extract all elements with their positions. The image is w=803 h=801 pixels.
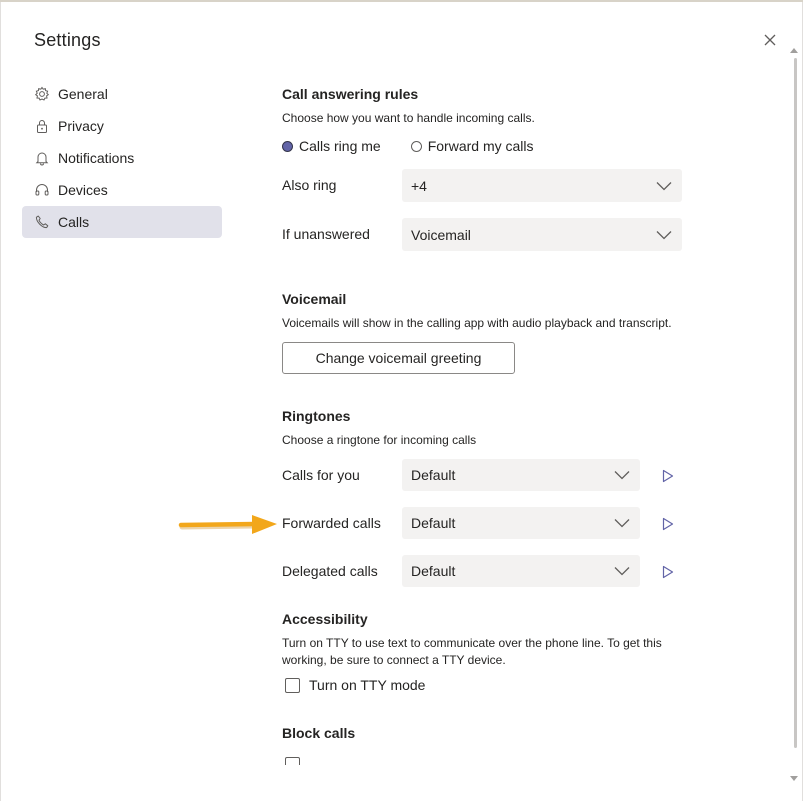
tty-mode-checkbox[interactable] [285,678,300,693]
sidebar-item-label: General [58,86,108,102]
forwarded-calls-value: Default [411,515,456,531]
chevron-down-icon [614,567,630,576]
chevron-down-icon [614,519,630,528]
bell-icon [34,150,50,166]
dialog-title: Settings [34,30,101,50]
chevron-down-icon [656,181,672,190]
also-ring-dropdown[interactable]: +4 [402,169,682,202]
if-unanswered-label: If unanswered [282,226,370,242]
chevron-down-icon [614,471,630,480]
scroll-up-arrow[interactable] [790,48,798,53]
calls-ring-me-radio[interactable] [282,140,293,152]
chevron-down-icon [656,230,672,239]
delegated-calls-label: Delegated calls [282,563,378,579]
also-ring-value: +4 [411,177,427,194]
phone-icon [34,214,50,230]
call-answering-heading: Call answering rules [282,86,419,102]
play-icon[interactable] [662,469,674,483]
forward-my-calls-radio[interactable] [410,140,422,152]
play-icon[interactable] [662,517,674,531]
block-calls-heading: Block calls [282,725,356,741]
if-unanswered-value: Voicemail [411,226,471,243]
call-answering-options: Calls ring me Forward my calls [282,138,534,154]
also-ring-label: Also ring [282,177,337,193]
sidebar-item-label: Notifications [58,150,135,166]
sidebar-item-privacy[interactable]: Privacy [22,110,222,142]
sidebar-item-calls[interactable]: Calls [22,206,222,238]
accessibility-description: Turn on TTY to use text to communicate o… [282,636,662,667]
accessibility-heading: Accessibility [282,611,368,627]
voicemail-heading: Voicemail [282,291,347,307]
scroll-down-arrow[interactable] [790,776,798,781]
annotation-arrow-icon [178,515,277,534]
forward-my-calls-label[interactable]: Forward my calls [428,138,534,154]
call-answering-description: Choose how you want to handle incoming c… [282,111,535,125]
sidebar-item-general[interactable]: General [22,78,222,110]
sidebar-item-devices[interactable]: Devices [22,174,222,206]
block-calls-checkbox[interactable] [285,757,300,765]
lock-icon [34,118,50,134]
sidebar-item-label: Calls [58,214,90,230]
sidebar-item-label: Privacy [58,118,104,134]
sidebar-item-notifications[interactable]: Notifications [22,142,222,174]
play-icon[interactable] [662,565,674,579]
headset-icon [34,182,50,198]
scrollbar-thumb[interactable] [794,58,797,748]
delegated-calls-dropdown[interactable]: Default [402,555,640,587]
delegated-calls-value: Default [411,563,456,579]
forwarded-calls-label: Forwarded calls [282,515,381,531]
gear-icon [34,86,50,102]
ringtones-description: Choose a ringtone for incoming calls [282,433,477,447]
calls-settings-panel: Call answering rules Choose how you want… [282,0,782,765]
calls-for-you-dropdown[interactable]: Default [402,459,640,491]
forwarded-calls-dropdown[interactable]: Default [402,507,640,539]
voicemail-description: Voicemails will show in the calling app … [282,316,672,330]
tty-mode-label[interactable]: Turn on TTY mode [309,677,425,693]
sidebar-item-label: Devices [58,182,108,198]
settings-sidebar: General Privacy Notifications Devices Ca… [22,78,222,238]
ringtones-heading: Ringtones [282,408,351,424]
change-voicemail-greeting-button[interactable]: Change voicemail greeting [282,342,515,374]
calls-for-you-label: Calls for you [282,467,360,483]
if-unanswered-dropdown[interactable]: Voicemail [402,218,682,251]
calls-ring-me-label[interactable]: Calls ring me [299,138,381,154]
calls-for-you-value: Default [411,467,456,483]
